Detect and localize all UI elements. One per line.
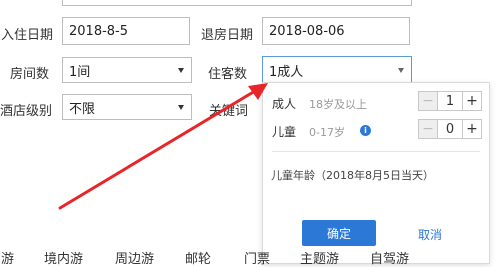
top-input-fragment[interactable]	[62, 0, 412, 6]
nav-item-theme[interactable]: 主题游	[300, 248, 339, 267]
nav-item-0[interactable]: 游	[1, 248, 14, 267]
checkout-label: 退房日期	[201, 28, 254, 43]
bottom-nav: 游 境内游 周边游 邮轮 门票 主题游 自驾游	[0, 240, 500, 267]
nav-item-cruise[interactable]: 邮轮	[185, 248, 211, 267]
rooms-select[interactable]: 1间	[62, 57, 192, 83]
guests-value: 1成人	[269, 64, 304, 80]
guests-select[interactable]: 1成人	[262, 56, 412, 84]
adult-count: 1	[437, 92, 463, 110]
child-label: 儿童	[272, 125, 297, 139]
hotel-level-select[interactable]: 不限	[62, 94, 192, 120]
adult-plus-button[interactable]: +	[463, 92, 481, 110]
hotel-level-label: 酒店级别	[0, 104, 53, 119]
adult-label: 成人	[272, 97, 297, 111]
child-count: 0	[437, 120, 463, 138]
child-stepper[interactable]: − 0 +	[418, 119, 482, 139]
adult-age-range: 18岁及以上	[309, 98, 367, 111]
checkout-date-value: 2018-08-06	[269, 23, 345, 39]
checkin-date-value: 2018-8-5	[69, 23, 129, 39]
child-minus-button[interactable]: −	[419, 120, 437, 138]
guests-label: 住客数	[208, 67, 248, 82]
info-icon[interactable]: i	[360, 125, 371, 136]
nav-item-tickets[interactable]: 门票	[244, 248, 270, 267]
checkin-label: 入住日期	[1, 28, 54, 43]
checkout-date-input[interactable]: 2018-08-06	[262, 17, 410, 45]
adult-minus-button[interactable]: −	[419, 92, 437, 110]
nav-item-domestic[interactable]: 境内游	[44, 248, 83, 267]
chevron-down-icon	[178, 68, 184, 73]
child-age-note: 儿童年龄（2018年8月5日当天）	[271, 169, 434, 182]
nav-item-selfdrive[interactable]: 自驾游	[370, 248, 409, 267]
checkin-date-input[interactable]: 2018-8-5	[62, 17, 190, 45]
keyword-label: 关键词	[209, 104, 249, 119]
popup-divider	[272, 151, 480, 152]
guest-count-popup: 成人 18岁及以上 − 1 + 儿童 0-17岁 i − 0 + 儿童年龄（20…	[262, 82, 490, 264]
rooms-value: 1间	[69, 64, 91, 80]
hotel-level-value: 不限	[69, 101, 96, 117]
rooms-label: 房间数	[10, 67, 50, 82]
chevron-down-icon	[178, 105, 184, 110]
child-plus-button[interactable]: +	[463, 120, 481, 138]
nav-item-nearby[interactable]: 周边游	[115, 248, 154, 267]
adult-stepper[interactable]: − 1 +	[418, 91, 482, 111]
child-age-range: 0-17岁	[309, 126, 345, 139]
chevron-down-icon	[398, 68, 404, 73]
